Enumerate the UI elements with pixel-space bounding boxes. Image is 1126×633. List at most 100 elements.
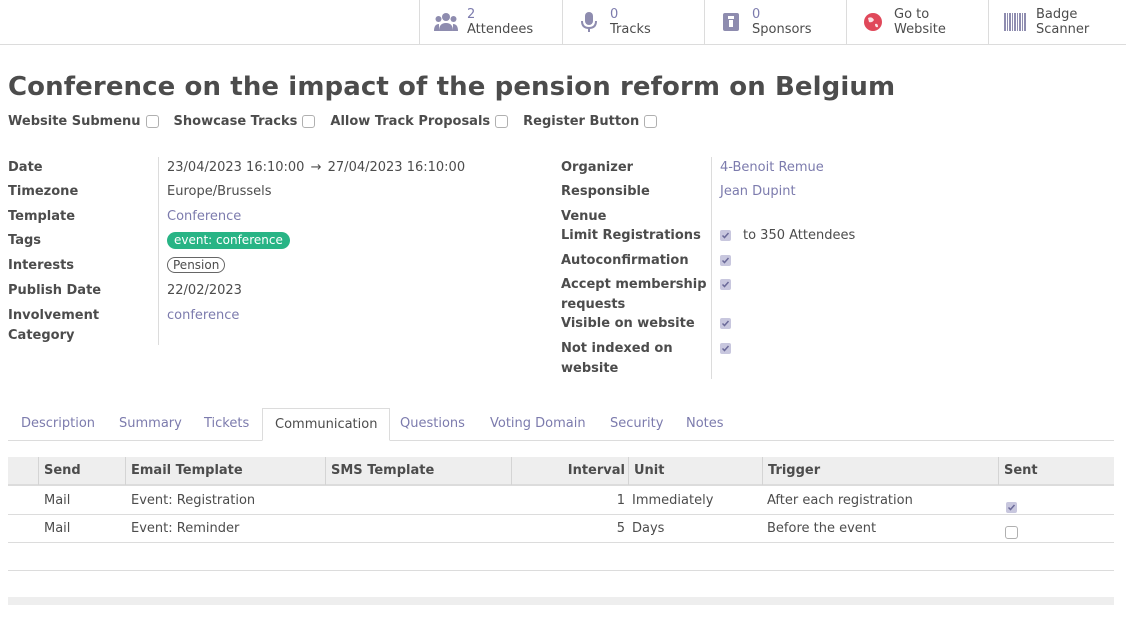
tab-tickets[interactable]: Tickets: [204, 408, 249, 441]
date-label: Date: [8, 160, 43, 175]
timezone-label: Timezone: [8, 184, 79, 199]
autoconfirmation-field: [720, 251, 731, 270]
organizer-link[interactable]: 4-Benoit Remue: [720, 158, 824, 177]
cell-send: Mail: [44, 521, 71, 536]
limit-registrations-checkbox[interactable]: [720, 230, 731, 241]
date-start[interactable]: 23/04/2023 16:10:00: [167, 160, 304, 175]
template-link[interactable]: Conference: [167, 207, 241, 226]
not-indexed-field: [720, 339, 731, 358]
membership-field: [720, 275, 731, 294]
membership-checkbox[interactable]: [720, 279, 731, 290]
arrow-right-icon: →: [310, 160, 322, 175]
cell-trigger: Before the event: [767, 521, 877, 536]
badge-scanner-button[interactable]: Badge Scanner: [988, 0, 1126, 44]
visible-on-website-checkbox[interactable]: [720, 318, 731, 329]
date-range[interactable]: 23/04/2023 16:10:00 → 27/04/2023 16:10:0…: [167, 158, 465, 177]
tag-badge[interactable]: event: conference: [167, 232, 290, 249]
membership-label: Accept membership requests: [561, 275, 707, 314]
tags-field[interactable]: event: conference: [167, 231, 290, 250]
option-label: Allow Track Proposals: [330, 114, 491, 129]
sponsors-count: 0: [752, 7, 761, 22]
involvement-link[interactable]: conference: [167, 306, 239, 325]
tab-questions[interactable]: Questions: [400, 408, 465, 441]
table-header: Send Email Template SMS Template Interva…: [8, 457, 1114, 486]
sponsors-button[interactable]: 0 Sponsors: [704, 0, 846, 44]
autoconfirmation-label: Autoconfirmation: [561, 253, 689, 268]
sent-checkbox[interactable]: [1005, 526, 1018, 539]
table-row[interactable]: Mail Event: Registration 1 Immediately A…: [8, 487, 1114, 515]
tags-label: Tags: [8, 233, 42, 248]
cell-interval: 1: [616, 493, 625, 508]
column-interval[interactable]: Interval: [511, 457, 629, 485]
tab-description[interactable]: Description: [21, 408, 95, 441]
organizer-label: Organizer: [561, 160, 634, 175]
column-send[interactable]: Send: [38, 457, 125, 485]
column-email-template[interactable]: Email Template: [125, 457, 325, 485]
event-options: Website Submenu Showcase Tracks Allow Tr…: [8, 114, 672, 129]
date-end[interactable]: 27/04/2023 16:10:00: [328, 160, 465, 175]
membership-label-line2: requests: [561, 296, 626, 312]
interest-badge[interactable]: Pension: [167, 257, 226, 273]
option-showcase-tracks: Showcase Tracks: [174, 114, 316, 129]
not-indexed-label-line2: website: [561, 360, 619, 376]
website-line1: Go to: [894, 7, 930, 22]
page-title[interactable]: Conference on the impact of the pension …: [8, 72, 895, 102]
tab-notes[interactable]: Notes: [686, 408, 724, 441]
tab-communication[interactable]: Communication: [262, 408, 391, 441]
sponsors-label: Sponsors: [752, 22, 812, 37]
membership-label-line1: Accept membership: [561, 277, 707, 292]
template-label: Template: [8, 209, 76, 224]
column-trigger[interactable]: Trigger: [762, 457, 998, 485]
responsible-label: Responsible: [561, 184, 650, 199]
interests-field[interactable]: Pension: [167, 256, 226, 275]
scanner-line1: Badge: [1036, 7, 1078, 22]
sponsor-badge-icon: [719, 10, 743, 34]
table-row[interactable]: Mail Event: Reminder 5 Days Before the e…: [8, 515, 1114, 543]
column-sent[interactable]: Sent: [998, 457, 1114, 485]
cell-trigger: After each registration: [767, 493, 913, 508]
website-submenu-checkbox[interactable]: [145, 115, 159, 128]
attendees-label: Attendees: [467, 22, 534, 37]
limit-registrations-value[interactable]: to 350 Attendees: [743, 226, 855, 245]
notebook-tabs: Description Summary Tickets Communicatio…: [8, 408, 1114, 441]
smart-button-bar: 2 Attendees 0 Tracks 0 Sponsors Go to Websit…: [0, 0, 1126, 45]
attendees-count: 2: [467, 7, 476, 22]
timezone-field[interactable]: Europe/Brussels: [167, 182, 272, 201]
cell-unit: Immediately: [632, 493, 714, 508]
option-label: Website Submenu: [8, 114, 141, 129]
publish-date-label: Publish Date: [8, 283, 102, 298]
allow-track-proposals-checkbox[interactable]: [495, 115, 509, 128]
autoconfirmation-checkbox[interactable]: [720, 255, 731, 266]
option-label: Register Button: [523, 114, 640, 129]
tracks-button[interactable]: 0 Tracks: [562, 0, 704, 44]
cell-unit: Days: [632, 521, 665, 536]
visible-on-website-field: [720, 314, 731, 333]
attendees-button[interactable]: 2 Attendees: [419, 0, 562, 44]
sent-checkbox[interactable]: [1006, 502, 1017, 513]
responsible-link[interactable]: Jean Dupint: [720, 182, 796, 201]
limit-registrations-field: to 350 Attendees: [720, 226, 855, 245]
tab-summary[interactable]: Summary: [119, 408, 182, 441]
option-label: Showcase Tracks: [173, 114, 298, 129]
tab-voting-domain[interactable]: Voting Domain: [490, 408, 586, 441]
cell-send: Mail: [44, 493, 71, 508]
involvement-label-line1: Involvement: [8, 308, 100, 323]
barcode-icon: [1003, 10, 1027, 34]
visible-on-website-label: Visible on website: [561, 316, 695, 331]
publish-date-field[interactable]: 22/02/2023: [167, 281, 242, 300]
tracks-label: Tracks: [610, 22, 651, 37]
showcase-tracks-checkbox[interactable]: [302, 115, 316, 128]
table-footer: [8, 597, 1114, 605]
column-unit[interactable]: Unit: [628, 457, 762, 485]
column-sms-template[interactable]: SMS Template: [325, 457, 511, 485]
cell-email-template: Event: Registration: [131, 493, 256, 508]
go-to-website-button[interactable]: Go to Website: [846, 0, 988, 44]
interests-label: Interests: [8, 258, 75, 273]
scanner-line2: Scanner: [1036, 22, 1090, 37]
register-button-checkbox[interactable]: [644, 115, 658, 128]
cell-interval: 5: [616, 521, 625, 536]
website-line2: Website: [894, 22, 946, 37]
right-group-divider: [711, 157, 712, 379]
not-indexed-checkbox[interactable]: [720, 343, 731, 354]
tab-security[interactable]: Security: [610, 408, 663, 441]
